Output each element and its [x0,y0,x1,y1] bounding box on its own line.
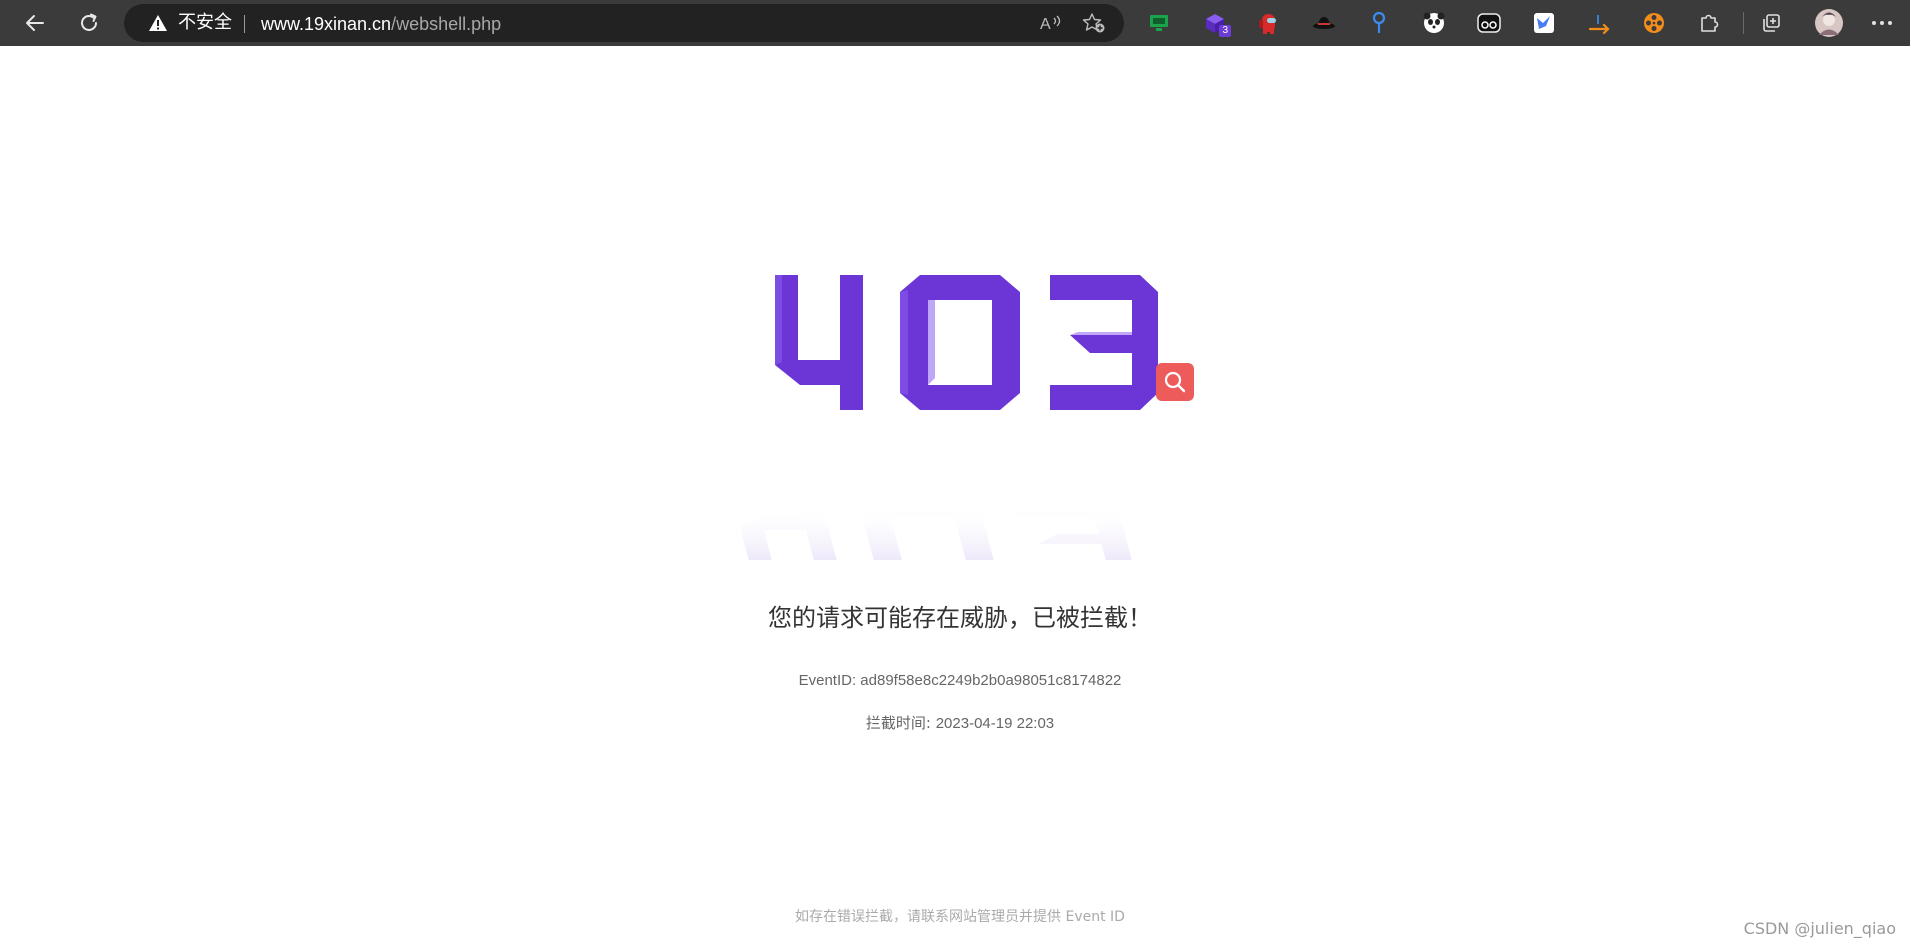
bird-extension-icon[interactable] [1528,7,1560,39]
block-time-line: 拦截时间: 2023-04-19 22:03 [0,714,1910,733]
search-badge [1156,363,1194,401]
cube-extension-icon[interactable]: 3 [1199,7,1231,39]
address-bar[interactable]: 不安全 www.19xinan.cn/webshell.php A [124,4,1124,42]
block-time-value: 2023-04-19 22:03 [935,715,1055,732]
block-message-headline: 您的请求可能存在威胁，已被拦截！ [768,604,1152,632]
warning-icon[interactable] [148,14,168,37]
among-us-extension-icon[interactable] [1253,7,1285,39]
profile-avatar[interactable] [1812,6,1846,40]
favorite-star-icon[interactable] [1082,12,1106,39]
url-text[interactable]: www.19xinan.cn/webshell.php [261,14,501,34]
security-status-label[interactable]: 不安全 [178,13,232,33]
toolbar-divider [1743,12,1744,34]
puzzle-extensions-icon[interactable] [1693,7,1725,39]
footer-note: 如存在错误拦截，请联系网站管理员并提供 Event ID [795,909,1125,925]
glasses-extension-icon[interactable] [1473,7,1505,39]
film-reel-extension-icon[interactable] [1638,7,1670,39]
error-code-text: 403 [970,359,972,361]
refresh-button[interactable] [72,6,106,40]
event-id-value: ad89f58e8c2249b2b0a98051c8174822 [860,672,1122,689]
monitor-extension-icon[interactable] [1143,7,1175,39]
url-path: /webshell.php [391,14,502,34]
arrow-extension-icon[interactable] [1584,7,1616,39]
read-aloud-icon[interactable]: A [1039,12,1063,39]
error-code-403 [775,275,1158,410]
svg-text:A: A [1040,16,1051,33]
more-menu-icon[interactable] [1866,7,1898,39]
event-id-label: EventID: [798,672,857,689]
hat-extension-icon[interactable] [1308,7,1340,39]
event-id-line: EventID: ad89f58e8c2249b2b0a98051c817482… [0,672,1910,690]
collections-icon[interactable] [1755,7,1787,39]
extension-badge: 3 [1219,25,1231,37]
location-pin-extension-icon[interactable] [1363,7,1395,39]
url-host: www.19xinan.cn [261,14,392,34]
csdn-watermark: CSDN @julien_qiao [1743,919,1896,938]
address-divider [244,15,245,33]
search-icon [1164,371,1186,393]
panda-extension-icon[interactable] [1418,7,1450,39]
block-time-label: 拦截时间: [865,714,931,732]
back-button[interactable] [18,6,52,40]
refresh-icon [81,13,97,31]
error-code-graphic: 403 [740,275,1158,560]
browser-toolbar: 不安全 www.19xinan.cn/webshell.php A 3 [0,0,1910,46]
back-arrow-icon [26,15,44,31]
